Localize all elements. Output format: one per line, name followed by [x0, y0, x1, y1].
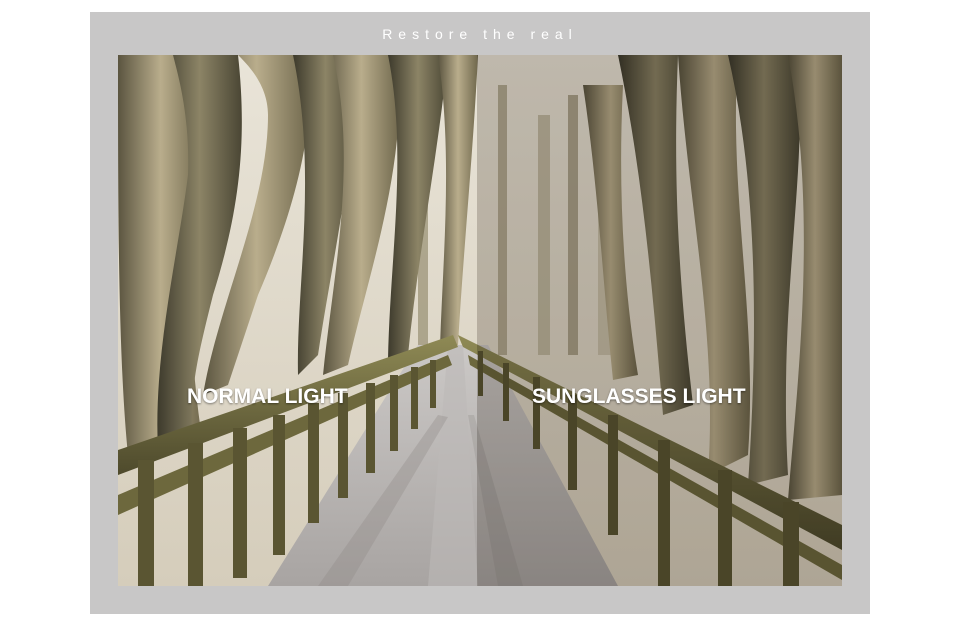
sunglasses-tint-overlay	[477, 55, 842, 586]
normal-light-label: NORMAL LIGHT	[187, 385, 348, 408]
comparison-frame: Restore the real NORMAL LIGHT SUNGLASSES…	[90, 12, 870, 614]
boardwalk-photo: NORMAL LIGHT SUNGLASSES LIGHT	[118, 55, 842, 586]
sunglasses-light-label: SUNGLASSES LIGHT	[532, 385, 746, 408]
headline: Restore the real	[382, 26, 578, 42]
